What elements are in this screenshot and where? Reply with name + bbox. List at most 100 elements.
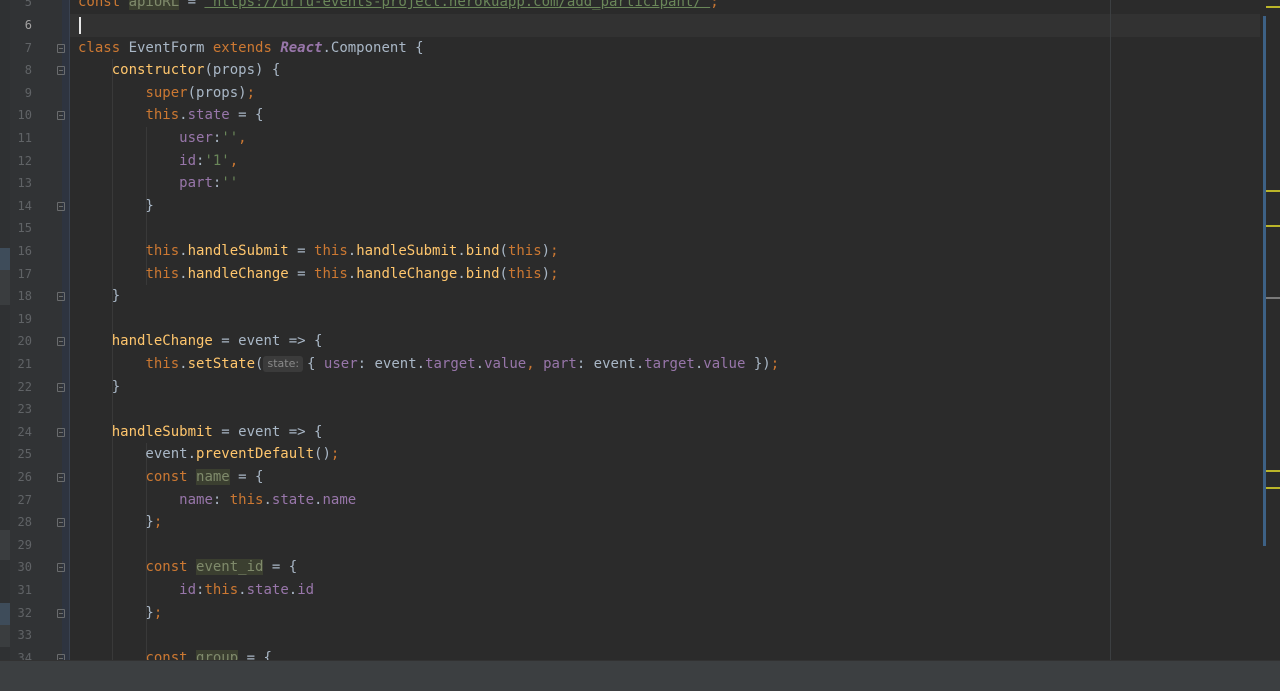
strip-indicator[interactable]: [0, 270, 10, 305]
line-number[interactable]: 22: [10, 376, 32, 399]
fold-toggle-icon[interactable]: [57, 473, 65, 482]
strip-indicator[interactable]: [0, 248, 10, 270]
line-number[interactable]: 19: [10, 308, 32, 331]
code-token: id: [297, 582, 315, 598]
code-token: `https://urfu-events-project.herokuapp.c…: [204, 0, 711, 11]
editor-scrollbar[interactable]: [1260, 0, 1280, 660]
fold-toggle-icon[interactable]: [57, 382, 65, 392]
code-token: ;: [710, 0, 719, 11]
line-number[interactable]: 6: [10, 14, 32, 37]
line-number[interactable]: 23: [10, 398, 32, 421]
code-line[interactable]: name: this.state.name: [78, 489, 356, 512]
line-number[interactable]: 31: [10, 579, 32, 602]
line-number[interactable]: 27: [10, 489, 32, 512]
code-token: event_id: [196, 559, 264, 576]
code-line[interactable]: };: [78, 602, 162, 625]
code-line[interactable]: super(props);: [78, 82, 255, 105]
code-token: handleSubmit: [356, 243, 458, 259]
line-number[interactable]: 10: [10, 104, 32, 127]
code-token: React: [280, 39, 323, 56]
code-line[interactable]: handleChange = event => {: [78, 330, 323, 353]
code-line[interactable]: constructor(props) {: [78, 59, 281, 82]
line-number[interactable]: 29: [10, 534, 32, 557]
code-line[interactable]: const apiURL = `https://urfu-events-proj…: [78, 0, 719, 14]
line-number[interactable]: 25: [10, 443, 32, 466]
line-number[interactable]: 24: [10, 421, 32, 444]
fold-toggle-icon[interactable]: [57, 201, 65, 211]
line-number[interactable]: 20: [10, 330, 32, 353]
code-line[interactable]: class EventForm extends React.Component …: [78, 37, 424, 60]
line-number[interactable]: 30: [10, 556, 32, 579]
line-number[interactable]: 15: [10, 217, 32, 240]
fold-toggle-icon[interactable]: [57, 66, 65, 76]
line-number[interactable]: 11: [10, 127, 32, 150]
code-line[interactable]: this.setState(state:{ user: event.target…: [78, 353, 779, 376]
strip-indicator[interactable]: [0, 603, 10, 625]
line-number[interactable]: 7: [10, 37, 32, 60]
code-line[interactable]: }: [78, 285, 120, 308]
line-number[interactable]: 26: [10, 466, 32, 489]
code-editor[interactable]: const apiURL = `https://urfu-events-proj…: [62, 0, 1260, 660]
fold-toggle-icon[interactable]: [57, 518, 65, 528]
code-line[interactable]: event.preventDefault();: [78, 443, 339, 466]
code-line[interactable]: id:this.state.id: [78, 579, 314, 602]
scroll-marker[interactable]: [1266, 190, 1280, 192]
code-token: ;: [153, 514, 163, 531]
code-line[interactable]: };: [78, 511, 162, 534]
strip-indicator[interactable]: [0, 625, 10, 647]
line-number[interactable]: 16: [10, 240, 32, 263]
fold-toggle-icon[interactable]: [57, 292, 65, 302]
strip-indicator[interactable]: [0, 530, 10, 560]
scroll-marker[interactable]: [1266, 6, 1280, 8]
text-caret: [79, 17, 81, 34]
code-token: handleChange: [356, 265, 458, 282]
right-margin-guide: [1110, 0, 1111, 660]
fold-toggle-icon[interactable]: [57, 43, 65, 53]
status-bar: [0, 660, 1280, 691]
code-line[interactable]: }: [78, 195, 153, 218]
scroll-thumb[interactable]: [1263, 16, 1266, 546]
scroll-marker[interactable]: [1266, 225, 1280, 227]
fold-toggle-icon[interactable]: [57, 111, 65, 121]
code-line[interactable]: this.handleSubmit = this.handleSubmit.bi…: [78, 240, 558, 263]
code-token: '': [221, 130, 239, 146]
line-number[interactable]: 14: [10, 195, 32, 218]
scroll-marker[interactable]: [1266, 470, 1280, 472]
fold-toggle-icon[interactable]: [57, 427, 65, 437]
current-line-highlight: [62, 14, 1260, 37]
code-line[interactable]: this.state = {: [78, 104, 263, 127]
code-token: this: [507, 265, 542, 282]
line-number[interactable]: 8: [10, 59, 32, 82]
fold-toggle-icon[interactable]: [57, 337, 65, 347]
code-line[interactable]: id:'1',: [78, 150, 238, 173]
code-line[interactable]: const name = {: [78, 466, 263, 489]
code-token: const: [145, 559, 197, 576]
code-token: apiURL: [128, 0, 180, 11]
line-number[interactable]: 33: [10, 624, 32, 647]
code-line[interactable]: this.handleChange = this.handleChange.bi…: [78, 263, 558, 286]
line-number[interactable]: 18: [10, 285, 32, 308]
line-number[interactable]: 12: [10, 150, 32, 173]
line-number[interactable]: 13: [10, 172, 32, 195]
line-number[interactable]: 32: [10, 602, 32, 625]
code-token: ,: [229, 152, 239, 169]
code-token: const: [145, 469, 197, 485]
code-token: class: [78, 39, 129, 56]
code-line[interactable]: handleSubmit = event => {: [78, 421, 323, 444]
code-line[interactable]: const group = {: [78, 647, 272, 660]
scroll-marker[interactable]: [1266, 487, 1280, 489]
line-number[interactable]: 5: [10, 0, 32, 14]
line-number[interactable]: 9: [10, 82, 32, 105]
line-number[interactable]: 17: [10, 263, 32, 286]
fold-toggle-icon[interactable]: [57, 563, 65, 573]
fold-toggle-icon[interactable]: [57, 608, 65, 618]
scroll-marker[interactable]: [1266, 297, 1280, 299]
parameter-hint: state:: [263, 356, 304, 372]
code-line[interactable]: }: [78, 376, 120, 399]
line-number[interactable]: 21: [10, 353, 32, 376]
code-line[interactable]: user:'',: [78, 127, 246, 150]
code-line[interactable]: part:'': [78, 172, 238, 195]
code-token: target: [425, 356, 476, 372]
line-number[interactable]: 28: [10, 511, 32, 534]
code-line[interactable]: const event_id = {: [78, 556, 297, 579]
